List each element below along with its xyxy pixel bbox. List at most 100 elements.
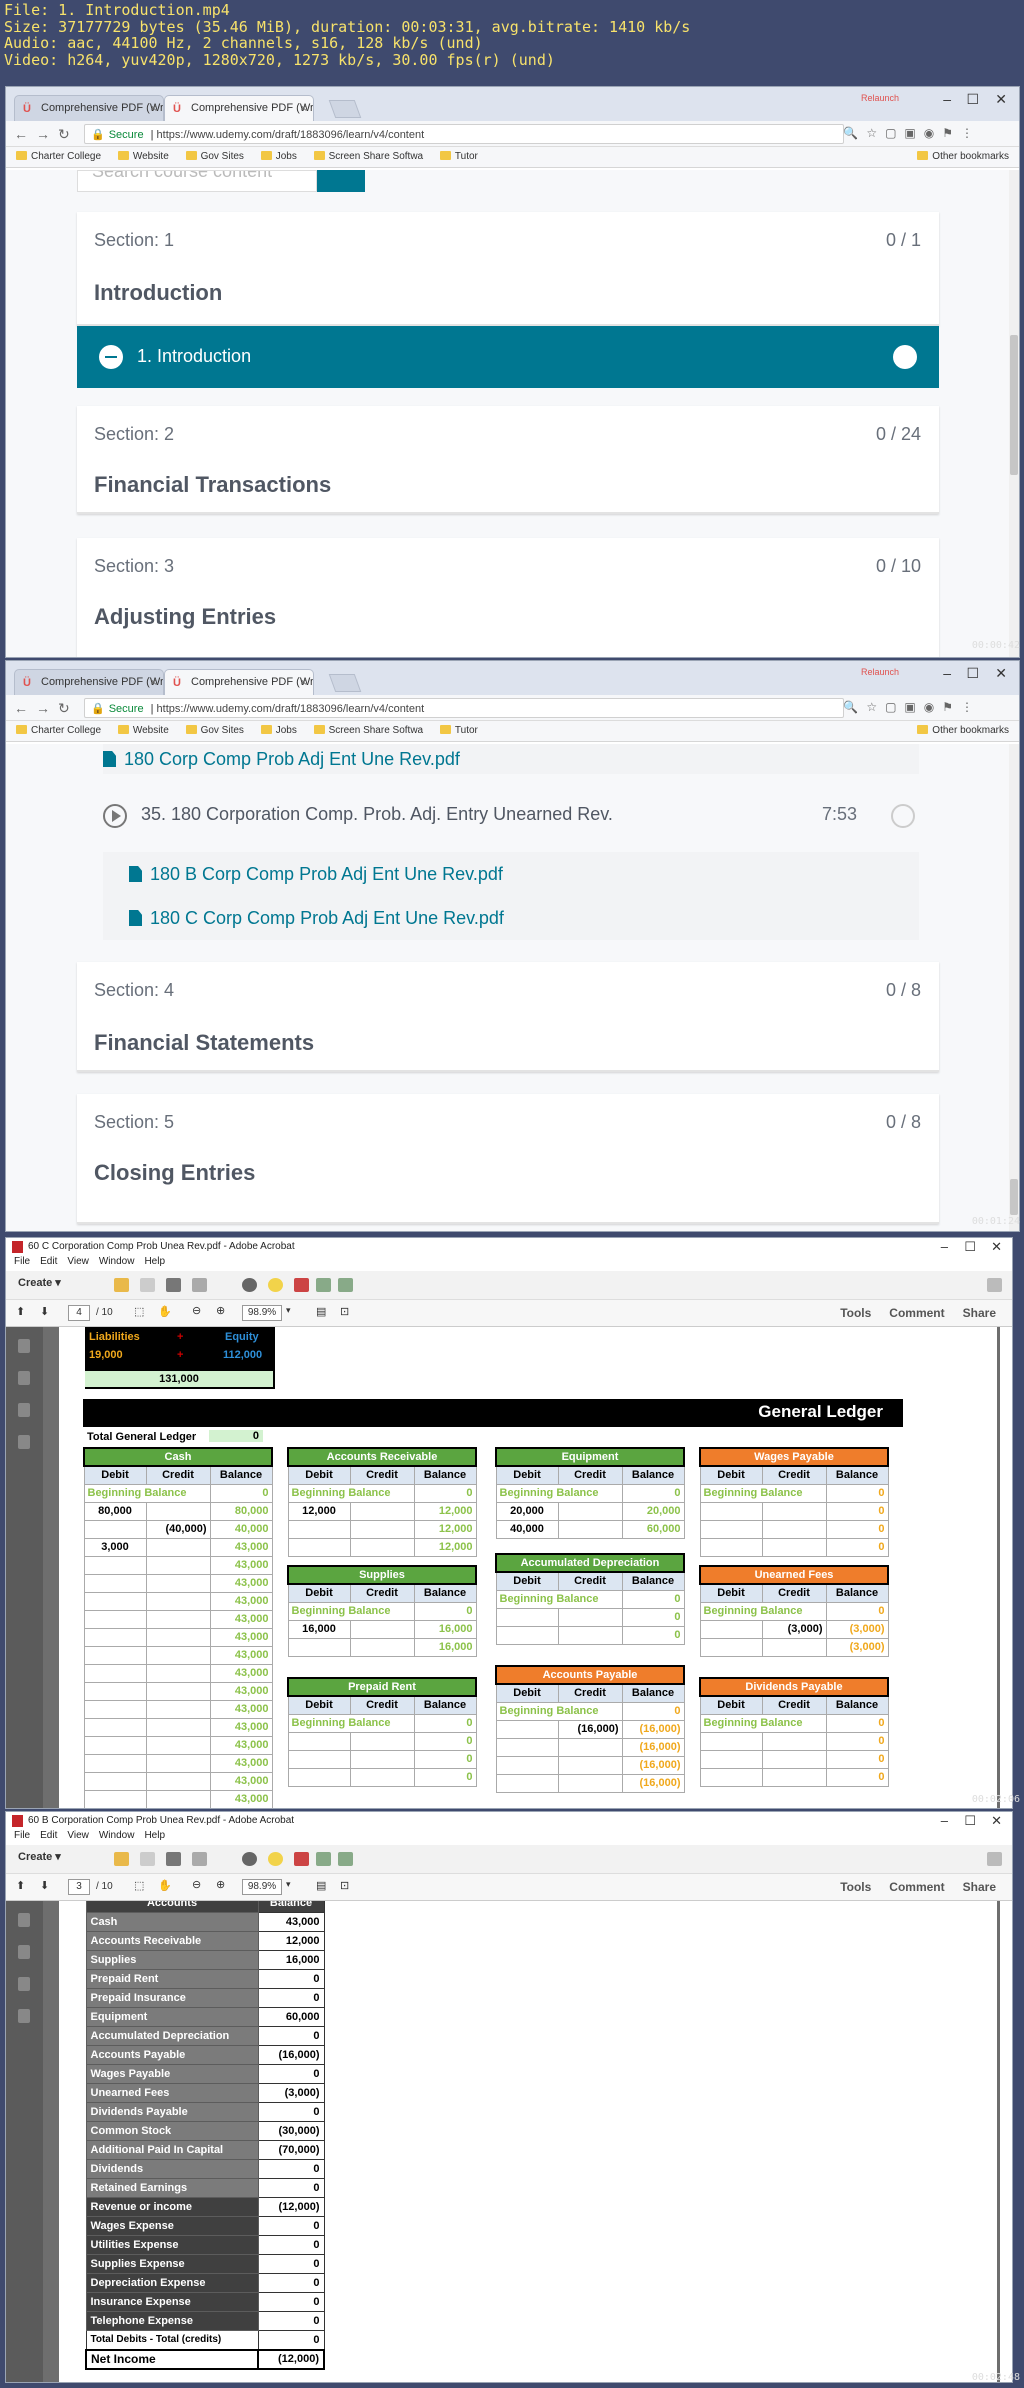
zoom-out-icon[interactable]: ⊖ (192, 1304, 201, 1317)
bookmark-icon[interactable] (18, 1945, 30, 1959)
extension-icons[interactable]: 🔍☆▢▣◉⚑⋮ (843, 126, 981, 140)
scrollbar[interactable] (1009, 170, 1019, 657)
review-icon[interactable] (338, 1852, 353, 1866)
reload-icon[interactable]: ↻ (58, 126, 70, 143)
address-bar[interactable]: 🔒 Secure | https://www.udemy.com/draft/18… (84, 698, 844, 718)
section-card-5[interactable]: Section: 5 0 / 8 Closing Entries (77, 1094, 939, 1224)
browser-tab-active[interactable]: Ü Comprehensive PDF (Wr × (164, 95, 314, 121)
play-icon[interactable] (103, 804, 127, 828)
comment-link[interactable]: Comment (889, 1306, 944, 1320)
menu-view[interactable]: View (67, 1256, 89, 1267)
page-number-input[interactable]: 3 (68, 1879, 90, 1895)
menu-view[interactable]: View (67, 1830, 89, 1841)
bookmark[interactable]: Charter College (16, 725, 101, 736)
attachment-icon[interactable] (18, 1403, 30, 1417)
scrollbar[interactable] (1009, 744, 1019, 1231)
bookmark[interactable]: Gov Sites (185, 151, 244, 162)
fit-width-icon[interactable]: ⊡ (340, 1879, 349, 1892)
minimize-icon[interactable]: – (943, 665, 951, 681)
close-window-icon[interactable]: ✕ (991, 1239, 1002, 1255)
bookmark[interactable]: Charter College (16, 151, 101, 162)
lecture-item[interactable]: 35. 180 Corporation Comp. Prob. Adj. Ent… (77, 786, 939, 846)
select-icon[interactable]: ⬚ (134, 1305, 144, 1318)
zoom-in-icon[interactable]: ⊕ (216, 1878, 225, 1891)
fit-page-icon[interactable]: ▤ (316, 1305, 326, 1318)
save-icon[interactable] (140, 1852, 155, 1866)
print-icon[interactable] (166, 1278, 181, 1292)
back-icon[interactable]: ← (14, 126, 28, 142)
menu-help[interactable]: Help (144, 1830, 165, 1841)
section-card-2[interactable]: Section: 2 0 / 24 Financial Transactions (77, 406, 939, 514)
resource-link[interactable]: 180 Corp Comp Prob Adj Ent Une Rev.pdf (103, 744, 919, 774)
minimize-icon[interactable]: – (943, 91, 951, 107)
review-icon[interactable] (338, 1278, 353, 1292)
sign-icon[interactable] (294, 1278, 309, 1292)
search-button[interactable] (317, 170, 365, 192)
search-input[interactable]: Search course content (77, 170, 317, 192)
gear-icon[interactable] (242, 1278, 257, 1292)
menu-edit[interactable]: Edit (40, 1830, 57, 1841)
select-icon[interactable]: ⬚ (134, 1879, 144, 1892)
close-icon[interactable]: × (300, 675, 307, 689)
completion-circle-icon[interactable] (893, 345, 917, 369)
scroll-thumb[interactable] (1010, 1179, 1018, 1215)
maximize-icon[interactable]: ☐ (966, 91, 979, 108)
open-icon[interactable] (114, 1278, 129, 1292)
open-icon[interactable] (114, 1852, 129, 1866)
email-icon[interactable] (192, 1852, 207, 1866)
close-window-icon[interactable]: ✕ (991, 1813, 1002, 1829)
minimize-icon[interactable]: – (941, 1239, 948, 1254)
bookmark[interactable]: Jobs (260, 725, 297, 736)
completion-circle-icon[interactable] (891, 804, 915, 828)
stamp-icon[interactable] (316, 1852, 331, 1866)
section-card-4[interactable]: Section: 4 0 / 8 Financial Statements (77, 962, 939, 1072)
pages-icon[interactable] (18, 1339, 30, 1353)
bookmark[interactable]: Website (117, 725, 169, 736)
hand-icon[interactable]: ✋ (158, 1305, 172, 1318)
next-page-icon[interactable]: ⬇ (40, 1305, 49, 1318)
fit-page-icon[interactable]: ▤ (316, 1879, 326, 1892)
zoom-out-icon[interactable]: ⊖ (192, 1878, 201, 1891)
bookmark[interactable]: Jobs (260, 151, 297, 162)
share-link[interactable]: Share (963, 1306, 996, 1320)
scroll-thumb[interactable] (1010, 335, 1018, 475)
chevron-down-icon[interactable]: ▾ (286, 1879, 291, 1890)
resource-link[interactable]: 180 C Corp Comp Prob Adj Ent Une Rev.pdf (103, 896, 919, 940)
close-window-icon[interactable]: ✕ (995, 91, 1007, 108)
browser-tab-active[interactable]: Ü Comprehensive PDF (Wr × (164, 669, 314, 695)
forward-icon[interactable]: → (36, 126, 50, 142)
sign-icon[interactable] (294, 1852, 309, 1866)
address-bar[interactable]: 🔒 Secure | https://www.udemy.com/draft/18… (84, 124, 844, 144)
zoom-in-icon[interactable]: ⊕ (216, 1304, 225, 1317)
attachment-icon[interactable] (18, 1977, 30, 1991)
new-tab-button[interactable] (328, 674, 362, 692)
bookmark[interactable]: Tutor (439, 151, 478, 162)
resource-link[interactable]: 180 B Corp Comp Prob Adj Ent Une Rev.pdf (103, 852, 919, 896)
extension-icons[interactable]: 🔍☆▢▣◉⚑⋮ (843, 700, 981, 714)
share-link[interactable]: Share (963, 1880, 996, 1894)
other-bookmarks[interactable]: Other bookmarks (917, 725, 1009, 736)
menu-file[interactable]: File (14, 1830, 30, 1841)
page-number-input[interactable]: 4 (68, 1305, 90, 1321)
forward-icon[interactable]: → (36, 700, 50, 716)
gear-icon[interactable] (242, 1852, 257, 1866)
maximize-icon[interactable]: ☐ (964, 1813, 976, 1829)
bookmark[interactable]: Gov Sites (185, 725, 244, 736)
new-tab-button[interactable] (328, 100, 362, 118)
menu-edit[interactable]: Edit (40, 1256, 57, 1267)
zoom-select[interactable]: 98.9% (242, 1879, 282, 1895)
bookmark[interactable]: Screen Share Softwa (313, 725, 423, 736)
other-bookmarks[interactable]: Other bookmarks (917, 151, 1009, 162)
expand-icon[interactable] (987, 1852, 1002, 1866)
email-icon[interactable] (192, 1278, 207, 1292)
fit-width-icon[interactable]: ⊡ (340, 1305, 349, 1318)
prev-page-icon[interactable]: ⬆ (16, 1305, 25, 1318)
section-card-1[interactable]: Section: 1 0 / 1 Introduction (77, 212, 939, 326)
tools-link[interactable]: Tools (840, 1306, 871, 1320)
relaunch-badge[interactable]: Relaunch (861, 667, 899, 677)
bookmark[interactable]: Website (117, 151, 169, 162)
signature-icon[interactable] (18, 1435, 30, 1449)
comment-link[interactable]: Comment (889, 1880, 944, 1894)
back-icon[interactable]: ← (14, 700, 28, 716)
signature-icon[interactable] (18, 2009, 30, 2023)
